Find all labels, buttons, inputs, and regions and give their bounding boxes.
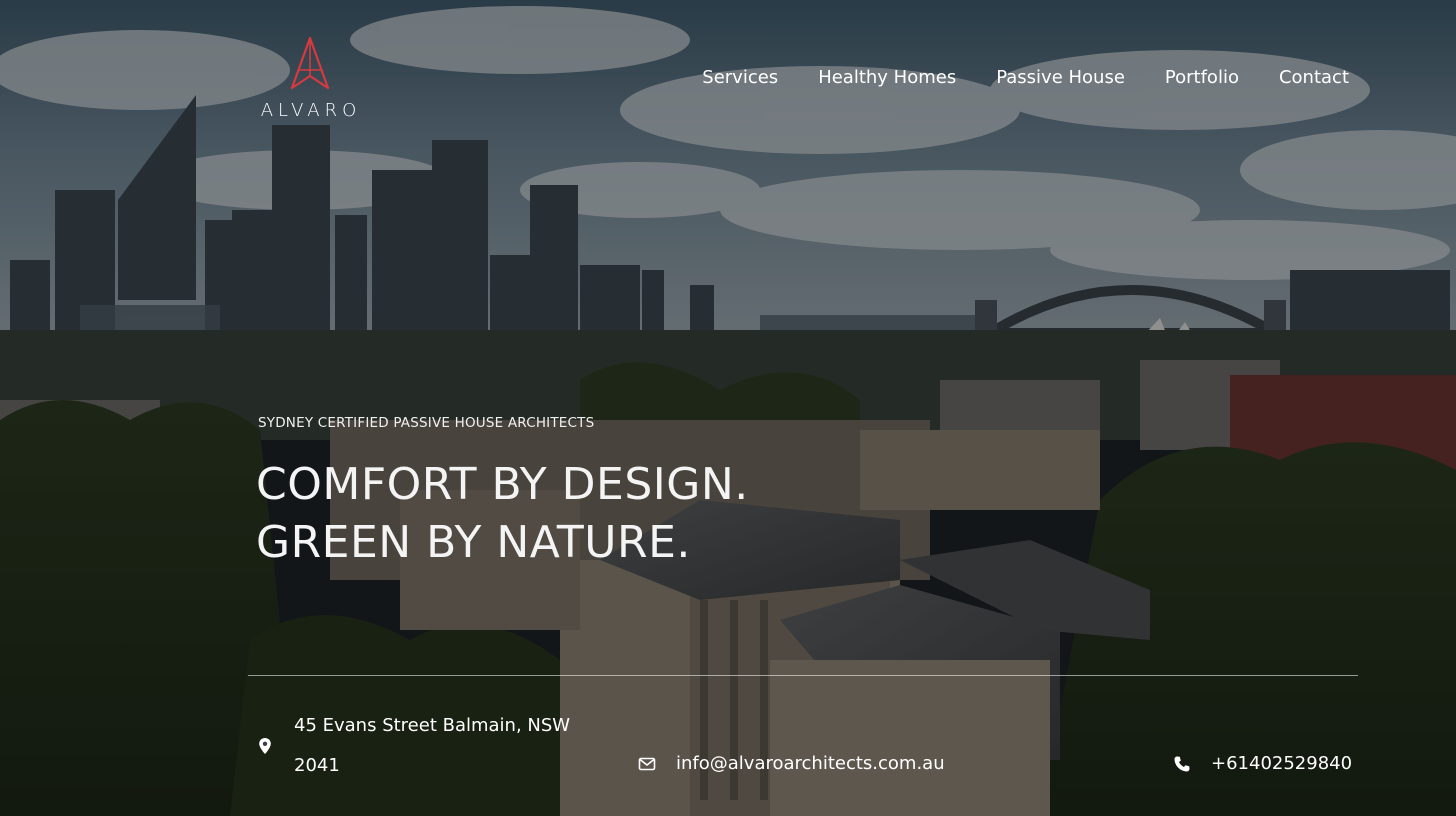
phone-text: +61402529840 <box>1211 753 1353 774</box>
hero-headline-line-2: GREEN BY NATURE. <box>256 517 691 568</box>
hero-headline: COMFORT BY DESIGN. GREEN BY NATURE. <box>256 456 749 572</box>
nav-item-portfolio[interactable]: Portfolio <box>1165 64 1239 92</box>
email-text: info@alvaroarchitects.com.au <box>676 753 945 774</box>
main-navigation: Services Healthy Homes Passive House Por… <box>702 64 1349 92</box>
brand-name: ALVARO <box>260 100 362 121</box>
nav-item-services[interactable]: Services <box>702 64 778 92</box>
dark-overlay <box>0 0 1456 816</box>
map-pin-icon <box>259 738 271 754</box>
contact-email-link[interactable]: info@alvaroarchitects.com.au <box>638 748 945 780</box>
nav-item-healthy-homes[interactable]: Healthy Homes <box>818 64 956 92</box>
hero-eyebrow: SYDNEY CERTIFIED PASSIVE HOUSE ARCHITECT… <box>258 415 595 431</box>
phone-icon <box>1174 756 1190 772</box>
divider <box>248 675 1358 676</box>
envelope-icon <box>638 757 656 771</box>
address-text: 45 Evans Street Balmain, NSW 2041 <box>294 715 571 776</box>
nav-item-passive-house[interactable]: Passive House <box>996 64 1125 92</box>
contact-phone-link[interactable]: +61402529840 <box>1173 748 1352 780</box>
hero-headline-line-1: COMFORT BY DESIGN. <box>256 459 749 510</box>
hero-section: ALVARO Services Healthy Homes Passive Ho… <box>0 0 1456 816</box>
brand-logo[interactable]: ALVARO <box>252 36 370 126</box>
contact-address: 45 Evans Street Balmain, NSW 2041 <box>256 706 636 786</box>
alvaro-logo-icon <box>290 36 330 90</box>
nav-item-contact[interactable]: Contact <box>1279 64 1349 92</box>
